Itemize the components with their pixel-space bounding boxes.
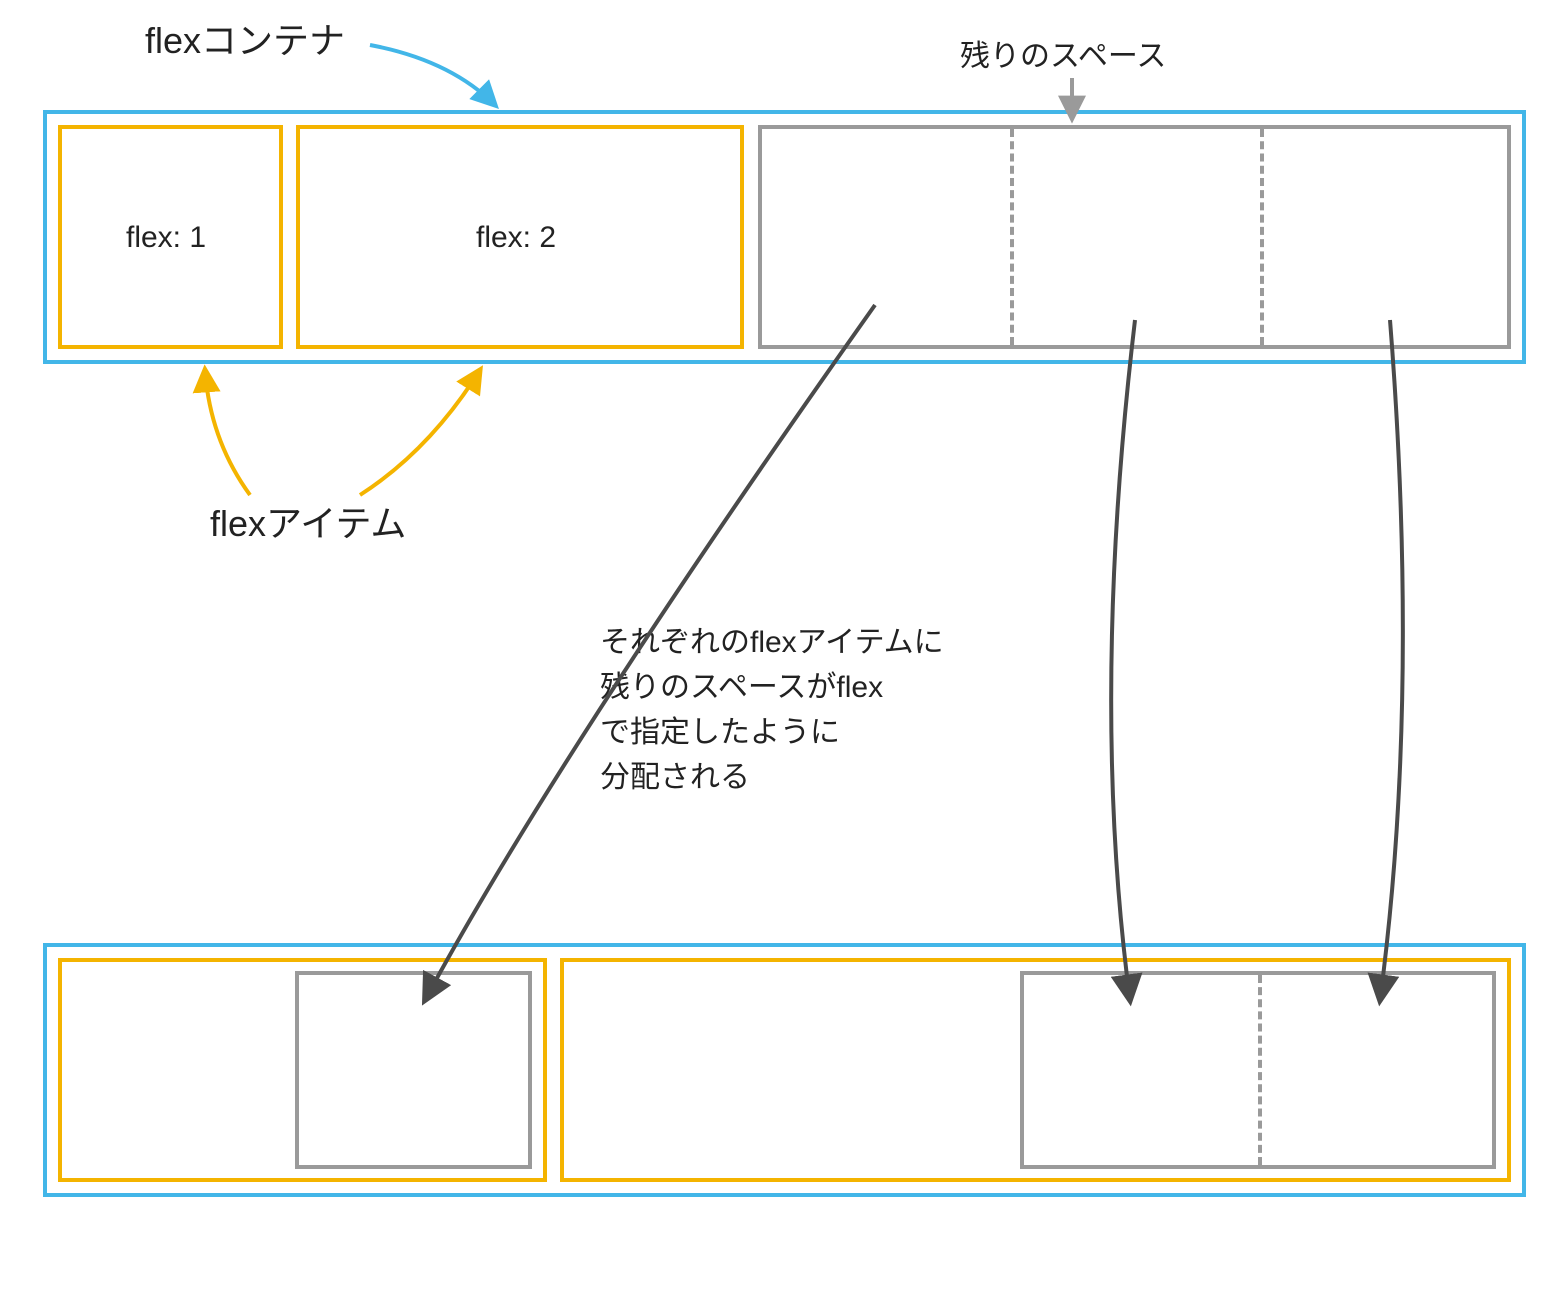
arrow-flex-item-right [360,370,480,495]
flex-container-before: flex: 1 flex: 2 [43,110,1526,364]
flex-item-2-text: flex: 2 [476,221,556,255]
flex-item-2: flex: 2 [296,125,744,349]
label-flex-items: flexアイテム [210,497,406,551]
arrow-flex-item-left [205,370,250,495]
flex-item-1: flex: 1 [58,125,283,349]
allocated-space-1 [295,971,532,1169]
label-flex-container: flexコンテナ [145,14,345,68]
label-explanation: それぞれのflexアイテムに 残りのスペースがflex で指定したように 分配さ… [600,620,944,800]
dashed-divider-3 [1258,975,1262,1165]
flex-item-1-text: flex: 1 [126,221,206,255]
arrow-flex-container [370,45,495,105]
dashed-divider-2 [1260,129,1264,345]
arrow-distribute-3 [1380,320,1403,1000]
arrow-distribute-2 [1111,320,1135,1000]
remaining-space-box [758,125,1511,349]
flex-item-1-after [58,958,547,1182]
label-remaining-space: 残りのスペース [960,34,1166,79]
flex-container-after [43,943,1526,1197]
flex-item-2-after [560,958,1511,1182]
allocated-space-2 [1020,971,1496,1169]
dashed-divider-1 [1010,129,1014,345]
